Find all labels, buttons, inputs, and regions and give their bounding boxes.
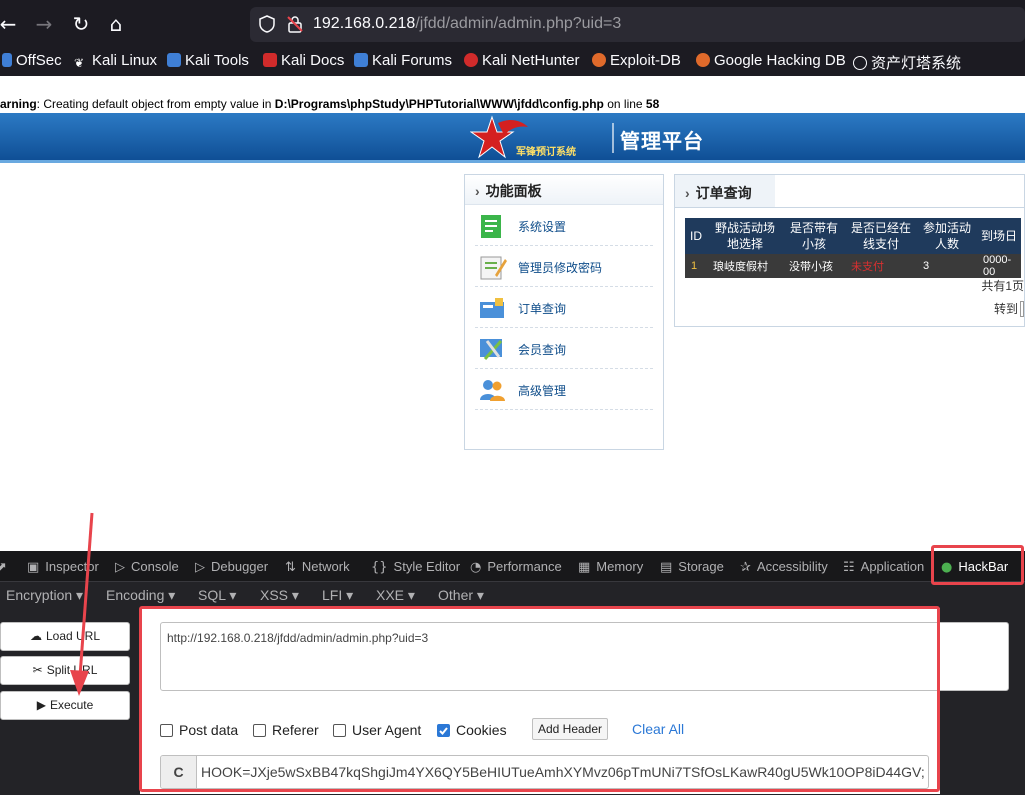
annotation-arrow — [70, 512, 94, 696]
